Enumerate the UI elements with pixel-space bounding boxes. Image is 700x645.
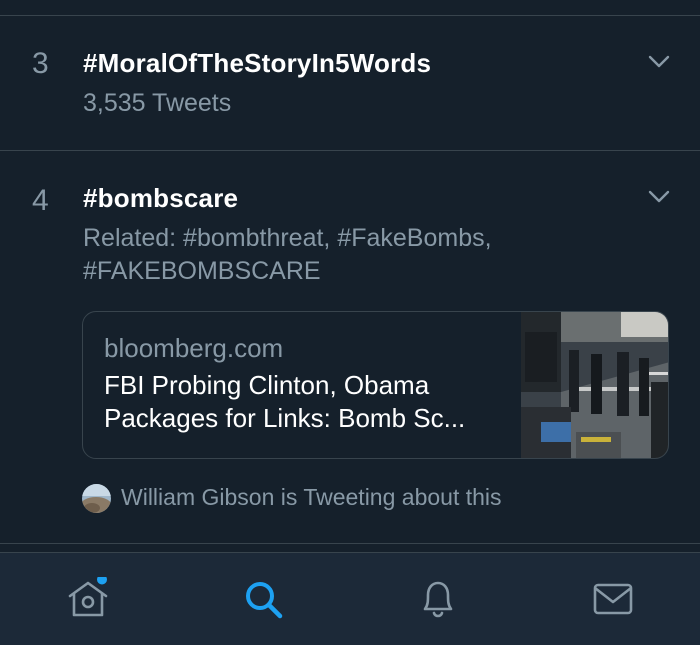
avatar [82,484,111,513]
chevron-down-icon[interactable] [648,190,670,204]
bottom-divider [0,543,700,544]
home-icon[interactable] [66,577,110,621]
notifications-icon[interactable] [416,577,460,621]
card-title: FBI Probing Clinton, Obama Packages for … [104,369,514,435]
chevron-down-icon[interactable] [648,55,670,69]
trend-related-line-1: Related: #bombthreat, #FakeBombs, [83,224,492,252]
trend-hashtag[interactable]: #bombscare [83,183,238,214]
search-icon[interactable] [241,577,285,621]
trend-tweet-count: 3,535 Tweets [83,89,232,117]
trend-item-3[interactable]: 3 #MoralOfTheStoryIn5Words 3,535 Tweets [0,16,700,150]
card-title-line-2: Packages for Links: Bomb Sc... [104,403,466,433]
link-preview-card[interactable]: bloomberg.com FBI Probing Clinton, Obama… [82,311,669,459]
social-context-text: William Gibson is Tweeting about this [121,484,502,510]
bottom-tab-bar [0,552,700,645]
trend-rank: 3 [32,47,49,80]
card-title-line-1: FBI Probing Clinton, Obama [104,370,430,400]
card-text: bloomberg.com FBI Probing Clinton, Obama… [104,332,514,435]
unread-dot [97,577,107,585]
trend-related-line-2: #FAKEBOMBSCARE [83,257,321,285]
card-thumbnail-image [521,312,668,458]
messages-icon[interactable] [591,577,635,621]
trend-rank: 4 [32,184,49,217]
trend-hashtag[interactable]: #MoralOfTheStoryIn5Words [83,48,431,79]
card-domain: bloomberg.com [104,333,284,363]
